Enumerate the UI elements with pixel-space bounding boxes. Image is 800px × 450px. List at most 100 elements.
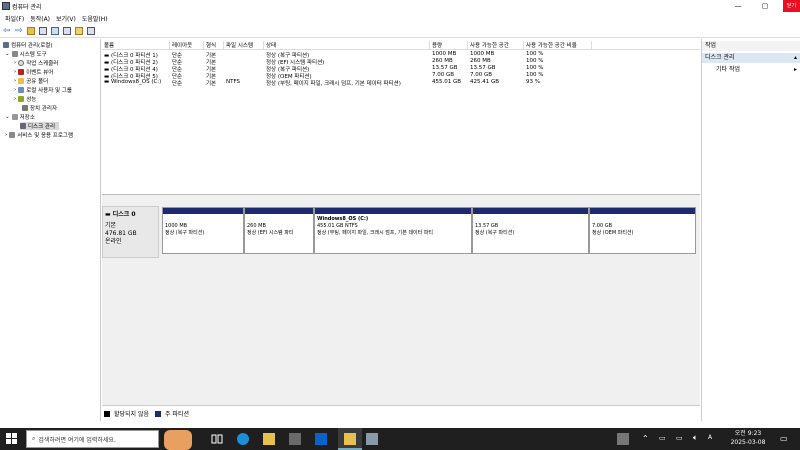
chevron-right-icon[interactable]: › [14, 78, 16, 84]
col-capacity[interactable]: 용량 [430, 41, 468, 49]
table-row[interactable]: ▬ (디스크 0 파티션 5) 단순 기본 정상 (OEM 파티션) 7.00 GB 7.… [102, 72, 700, 80]
table-row[interactable]: ▬ (디스크 0 파티션 4) 단순 기본 정상 (복구 파티션) 13.57 GB 13… [102, 65, 700, 73]
table-cell: 13.57 GB [432, 65, 458, 71]
actions-more-actions[interactable]: 기타 작업 ▸ [702, 65, 800, 75]
table-cell: 단순 [172, 81, 183, 87]
col-layout[interactable]: 레이아웃 [170, 41, 204, 49]
partition-block[interactable]: 13.57 GB 정상 (복구 파티션) [472, 207, 589, 254]
app-tray-icon[interactable] [617, 433, 629, 445]
disk-0-label[interactable]: ▬ 디스크 0 기본 476.81 GB 온라인 [102, 206, 159, 258]
minimize-button[interactable]: — [728, 0, 748, 12]
close-button[interactable]: 닫기 [783, 0, 800, 12]
actions-section-disk-management[interactable]: 디스크 관리 ▴ [702, 53, 800, 63]
menu-help[interactable]: 도움말(H) [82, 14, 108, 23]
chevron-right-icon[interactable]: › [14, 87, 16, 93]
battery-icon[interactable]: ▭ [676, 434, 683, 442]
key-icon[interactable] [75, 26, 83, 35]
partition-status: 정상 (복구 파티션) [165, 230, 205, 236]
device-icon [22, 105, 28, 111]
file-explorer-icon[interactable] [263, 433, 275, 445]
tree-item-device-manager[interactable]: 장치 관리자 [22, 104, 57, 112]
menu-file[interactable]: 파일(F) [5, 14, 24, 23]
tree-item-event-viewer[interactable]: › 이벤트 뷰어 [14, 68, 53, 76]
users-icon [18, 87, 25, 93]
partition-block[interactable]: 1000 MB 정상 (복구 파티션) [162, 207, 244, 254]
table-row[interactable]: ▬ Windows8_OS (C:) 단순 기본 NTFS 정상 (부팅, 페이지 파일… [102, 79, 700, 87]
notification-icon[interactable]: ▭ [780, 434, 788, 443]
primary-partition-swatch [155, 410, 162, 417]
legend: 할당되지 않음 주 파티션 [102, 405, 700, 421]
help-icon[interactable] [51, 26, 59, 35]
people-illustration-icon[interactable] [164, 430, 192, 450]
taskbar-clock[interactable]: 오전 9:23 2025-03-08 [722, 429, 774, 447]
col-status[interactable]: 상태 [264, 41, 430, 49]
ime-icon[interactable]: A [708, 434, 712, 441]
taskbar-search[interactable]: ⌕ 검색하려면 여기에 입력하세요. [26, 430, 159, 448]
mail-icon[interactable] [315, 433, 327, 445]
table-cell-wrap: ▬ Windows8_OS (C:) [102, 79, 170, 87]
table-cell: 100 % [526, 65, 544, 71]
network-icon[interactable]: ▭ [659, 434, 666, 442]
edge-browser-icon[interactable] [237, 433, 249, 445]
table-cell: 기본 [206, 81, 217, 87]
actions-pane: 작업 디스크 관리 ▴ 기타 작업 ▸ [701, 39, 800, 421]
chevron-right-icon[interactable]: › [14, 69, 16, 75]
table-cell-wrap: 정상 (부팅, 페이지 파일, 크래시 덤프, 기본 데이터 파티션) [264, 79, 430, 87]
windows-logo-icon [6, 433, 17, 444]
chevron-down-icon[interactable]: ⌄ [5, 114, 10, 120]
start-button[interactable] [6, 433, 18, 445]
clock-icon [18, 60, 25, 66]
maximize-button[interactable]: ▢ [755, 0, 775, 12]
col-volume[interactable]: 볼륨 [102, 41, 170, 49]
disk-size: 476.81 GB [105, 230, 137, 237]
partition-block[interactable]: Windows8_OS (C:) 455.01 GB NTFS 정상 (부팅, 페이… [314, 207, 472, 254]
volume-icon[interactable]: 🔈︎ [693, 433, 698, 443]
menu-bar: 파일(F) 동작(A) 보기(V) 도움말(H) [0, 12, 800, 24]
table-cell: 455.01 GB [432, 79, 462, 85]
tree-item-performance[interactable]: › 성능 [14, 95, 36, 103]
chevron-up-icon[interactable]: ▴ [794, 53, 797, 63]
chevron-right-icon[interactable]: › [14, 96, 16, 102]
tree-item-storage[interactable]: ⌄ 저장소 [5, 113, 35, 121]
tree-item-task-scheduler[interactable]: › 작업 스케줄러 [14, 59, 58, 67]
tree-item-services-applications[interactable]: › 서비스 및 응용 프로그램 [5, 131, 73, 139]
task-view-icon[interactable] [211, 433, 223, 445]
tools-icon [11, 51, 18, 57]
partition-block[interactable]: 260 MB 정상 (EFI 시스템 파티 [244, 207, 314, 254]
table-cell: 정상 (부팅, 페이지 파일, 크래시 덤프, 기본 데이터 파티션) [266, 81, 401, 87]
table-cell: Windows8_OS (C:) [110, 79, 162, 85]
table-row[interactable]: ▬ (디스크 0 파티션 2) 단순 기본 정상 (EFI 시스템 파티션) 260 M… [102, 58, 700, 66]
col-file-system[interactable]: 파일 시스템 [224, 41, 264, 49]
table-cell-wrap: 425.41 GB [468, 79, 524, 87]
show-hide-tree-icon[interactable] [39, 26, 47, 35]
tree-item-local-users[interactable]: › 로컬 사용자 및 그룹 [14, 86, 72, 94]
tree-item-computer-management[interactable]: 컴퓨터 관리(로컬) [3, 41, 52, 49]
table-row[interactable]: ▬ (디스크 0 파티션 1) 단순 기본 정상 (복구 파티션) 1000 MB 100… [102, 51, 700, 59]
store-icon[interactable] [289, 433, 301, 445]
chevron-right-icon[interactable]: › [14, 60, 16, 66]
tree-item-shared-folders[interactable]: › 공유 폴더 [14, 77, 48, 85]
properties-icon[interactable] [63, 26, 71, 35]
list-view-icon[interactable] [87, 26, 95, 35]
partition-block[interactable]: 7.00 GB 정상 (OEM 파티션) [589, 207, 696, 254]
chevron-down-icon[interactable]: ⌄ [5, 51, 10, 57]
menu-view[interactable]: 보기(V) [56, 14, 76, 23]
taskbar-computer-management[interactable] [338, 428, 362, 450]
toolbar: ⇦ ⇨ [0, 24, 800, 38]
table-cell: 7.00 GB [470, 72, 493, 78]
menu-action[interactable]: 동작(A) [30, 14, 50, 23]
forward-arrow-icon[interactable]: ⇨ [15, 26, 23, 35]
tree-item-disk-management[interactable]: 디스크 관리 [20, 122, 60, 130]
chevron-right-icon[interactable]: › [5, 132, 7, 138]
back-arrow-icon[interactable]: ⇦ [3, 26, 11, 35]
col-free-space[interactable]: 사용 가능한 공간 [468, 41, 524, 49]
disk-app-icon[interactable] [366, 433, 378, 445]
folder-up-icon[interactable] [27, 26, 35, 35]
legend-unallocated: 할당되지 않음 [114, 411, 150, 418]
tree-item-system-tools[interactable]: ⌄ 시스템 도구 [5, 50, 47, 58]
storage-icon [11, 114, 18, 120]
col-free-percent[interactable]: 사용 가능한 공간 비율 [524, 41, 592, 49]
search-icon: ⌕ [32, 435, 36, 442]
chevron-up-icon[interactable]: ⌃ [642, 434, 649, 443]
col-type[interactable]: 형식 [204, 41, 224, 49]
